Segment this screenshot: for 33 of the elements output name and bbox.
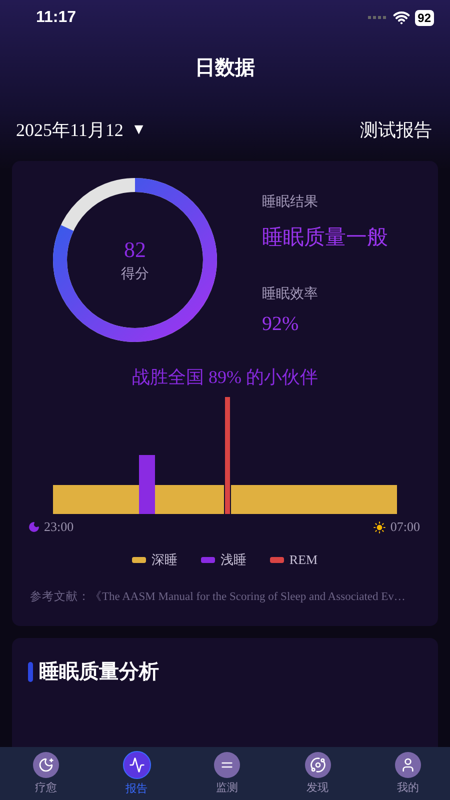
start-time: 23:00 (28, 519, 74, 535)
user-icon (400, 757, 416, 773)
battery-indicator: 92 (414, 10, 434, 26)
moon-icon (38, 757, 54, 773)
tab-item[interactable]: 我的 (378, 747, 438, 800)
tab-item[interactable]: 监测 (197, 747, 257, 800)
efficiency-value: 92% (262, 313, 300, 336)
efficiency-label: 睡眠效率 (262, 285, 319, 303)
result-value: 睡眠质量一般 (262, 225, 388, 251)
tab-item[interactable]: 报告 (106, 747, 166, 800)
signal-icon (368, 16, 388, 19)
date-picker[interactable]: 2025年11月12 ▼ (16, 118, 146, 142)
section-accent (28, 662, 33, 682)
result-label: 睡眠结果 (262, 193, 319, 211)
section-title: 睡眠质量分析 (39, 660, 159, 685)
wifi-icon (392, 9, 410, 26)
moon-icon (28, 521, 40, 533)
reference-text: 参考文献：《The AASM Manual for the Scoring of Sleep and Associated Ev… (29, 590, 406, 605)
end-time: 07:00 (373, 519, 420, 535)
legend-label: 浅睡 (220, 551, 246, 569)
legend-label: 深睡 (151, 551, 178, 569)
score-value: 82 (124, 237, 146, 263)
tab-item[interactable]: 发现 (288, 747, 348, 800)
page-title: 日数据 (194, 56, 256, 80)
planet-icon (310, 757, 326, 773)
status-time: 11:17 (36, 8, 76, 26)
ranking-text: 战胜全国 89% 的小伙伴 (131, 366, 319, 389)
tab-item[interactable]: 疗愈 (16, 747, 76, 800)
legend-label: REM (289, 552, 318, 568)
report-link[interactable]: 测试报告 (360, 118, 432, 142)
pulse-icon (128, 757, 144, 773)
score-label: 得分 (121, 265, 149, 283)
sun-icon (373, 520, 386, 534)
